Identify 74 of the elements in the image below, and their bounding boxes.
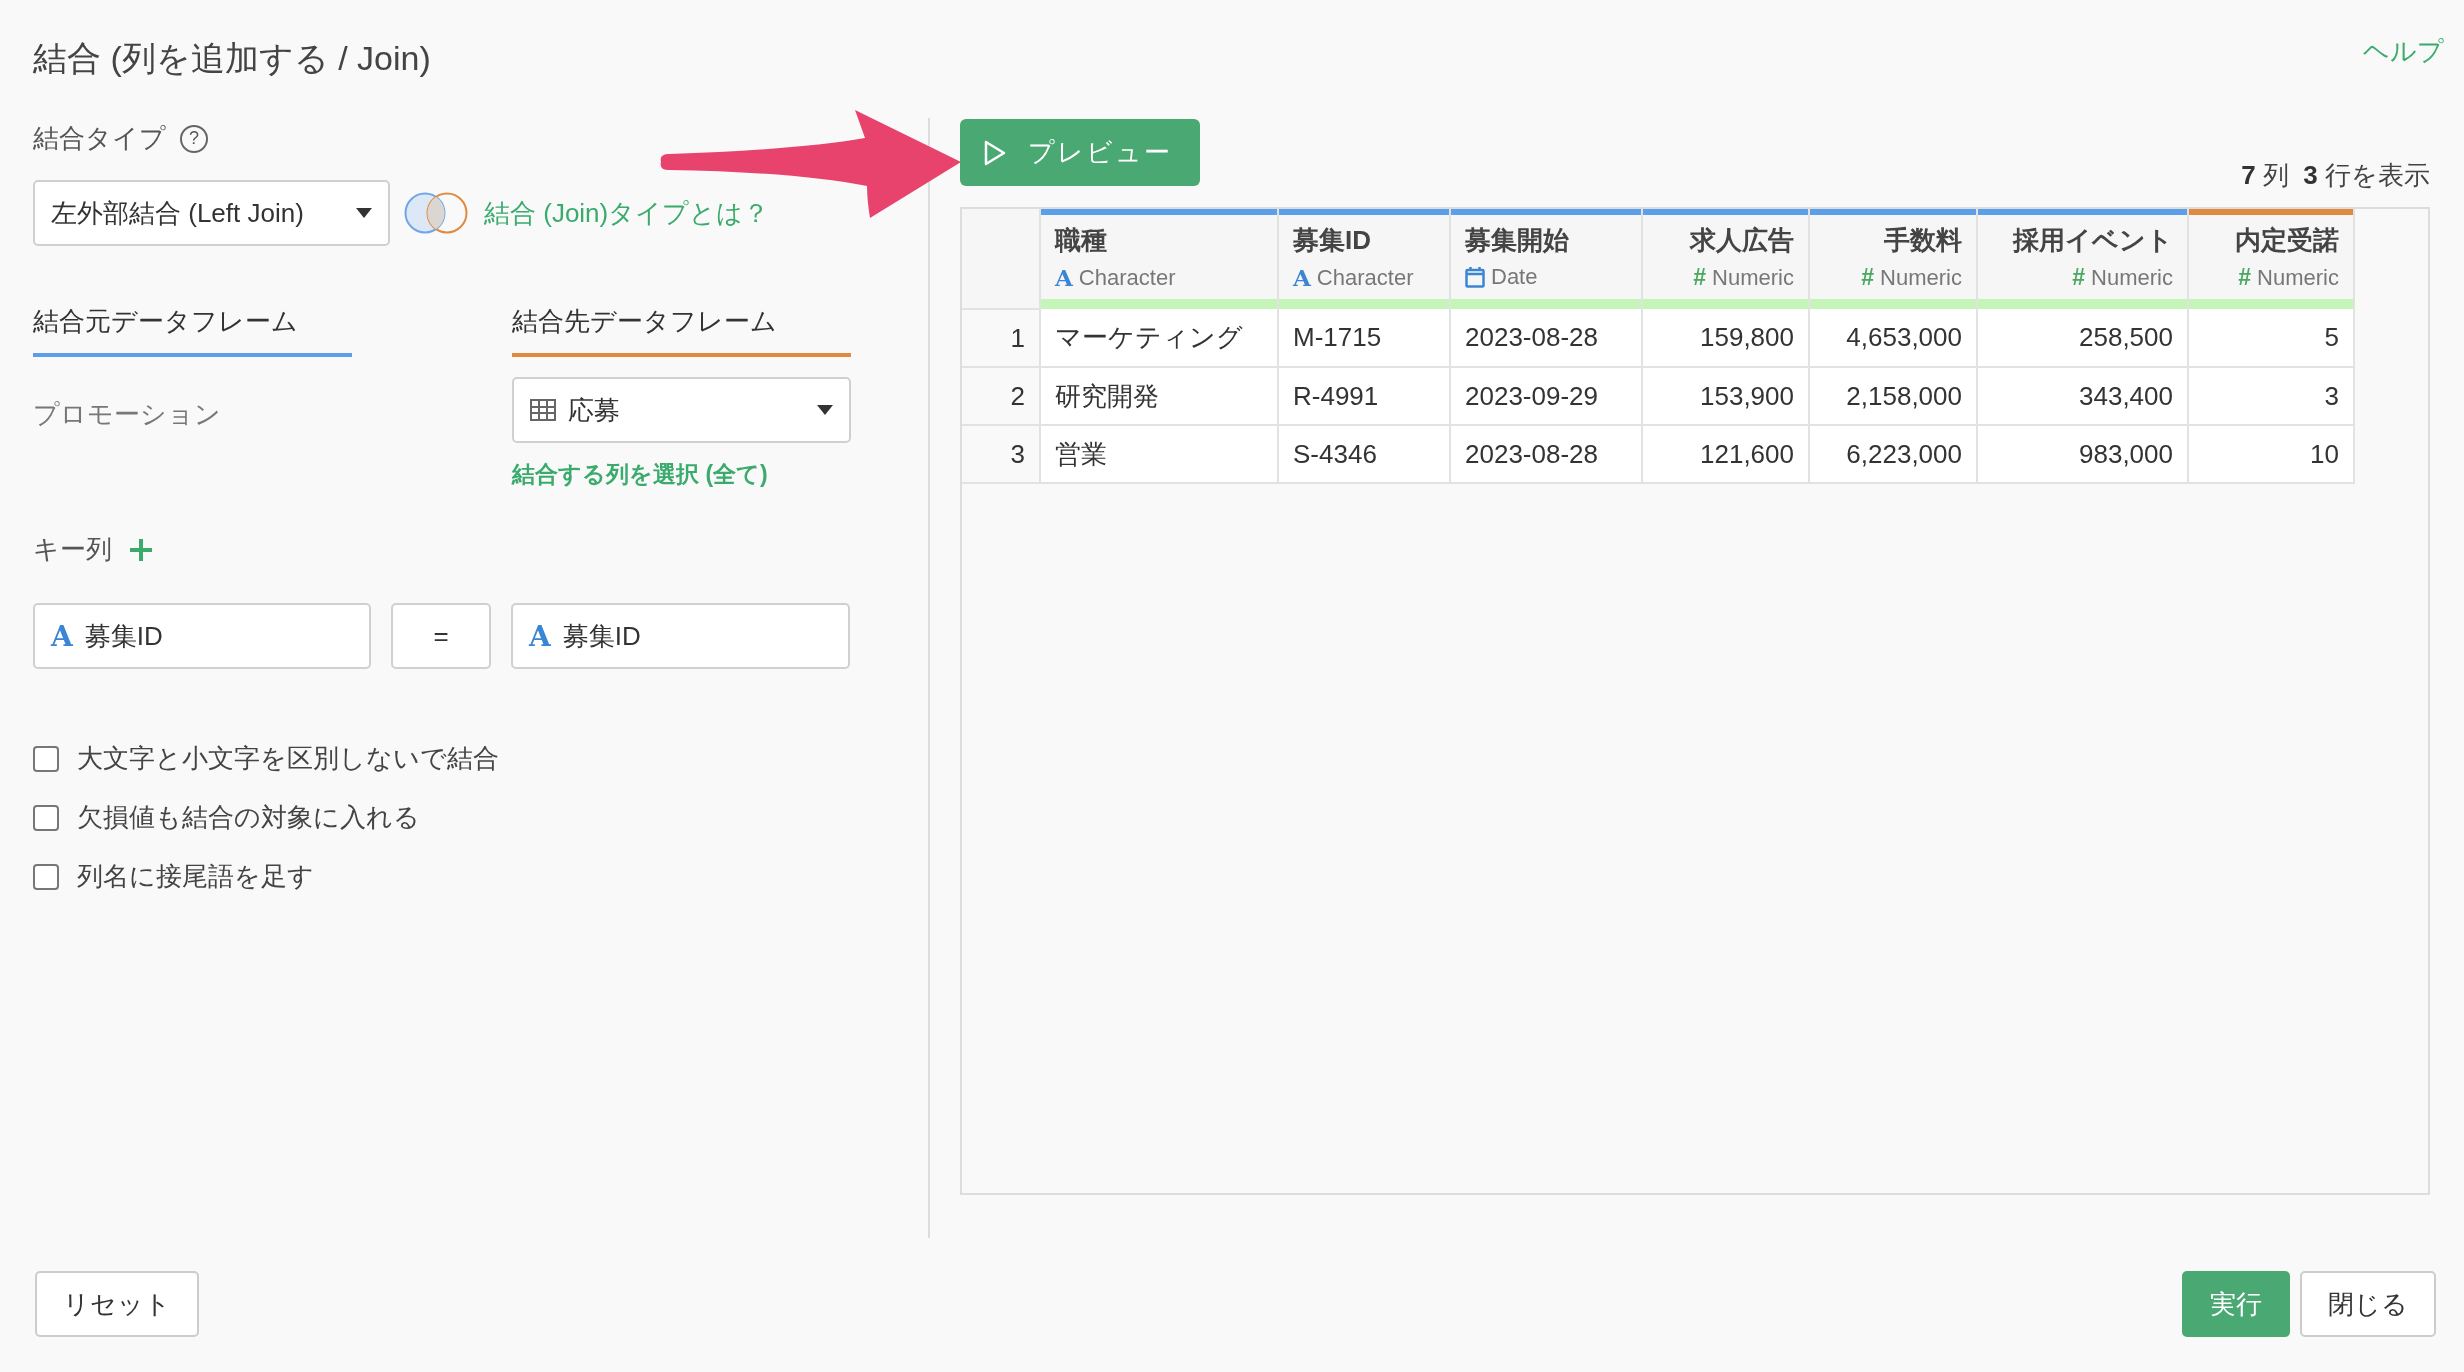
close-button[interactable]: 閉じる xyxy=(2300,1271,2436,1338)
column-header[interactable]: 内定受諾 xyxy=(2235,223,2339,259)
join-type-label: 結合タイプ xyxy=(33,122,166,156)
column-type: Numeric xyxy=(2257,264,2339,291)
dialog-title: 結合 (列を追加する / Join) xyxy=(33,38,431,79)
caret-icon xyxy=(817,405,833,416)
column-type: Character xyxy=(1078,264,1176,291)
column-type: Numeric xyxy=(2091,264,2173,291)
character-type-icon: A xyxy=(1055,264,1073,292)
option-label: 列名に接尾語を足す xyxy=(77,860,314,894)
character-type-icon: A xyxy=(529,619,551,653)
numeric-type-icon: # xyxy=(2072,264,2086,292)
caret-icon xyxy=(356,208,372,219)
calendar-icon xyxy=(1465,266,1485,289)
source-heading: 結合元データフレーム xyxy=(33,304,352,358)
numeric-type-icon: # xyxy=(1693,264,1707,292)
table-cell: 343,400 xyxy=(1977,367,2188,426)
column-type: Date xyxy=(1491,264,1538,291)
row-number: 3 xyxy=(962,425,1040,484)
operator-field[interactable]: = xyxy=(391,603,491,670)
key-column-field[interactable]: A 募集ID xyxy=(511,603,850,670)
table-cell: 6,223,000 xyxy=(1809,425,1977,484)
table-cell: 4,653,000 xyxy=(1809,309,1977,368)
table-cell: 159,800 xyxy=(1642,309,1809,368)
play-icon xyxy=(984,139,1006,166)
table-cell: 研究開発 xyxy=(1040,367,1278,426)
table-cell: 121,600 xyxy=(1642,425,1809,484)
table-cell: 983,000 xyxy=(1977,425,2188,484)
column-header[interactable]: 求人広告 xyxy=(1690,223,1794,259)
reset-button[interactable]: リセット xyxy=(35,1271,199,1338)
numeric-type-icon: # xyxy=(1861,264,1875,292)
table-cell: 営業 xyxy=(1040,425,1278,484)
column-type: Numeric xyxy=(1880,264,1962,291)
column-header[interactable]: 職種 xyxy=(1055,223,1107,259)
character-type-icon: A xyxy=(1293,264,1311,292)
table-cell: 2023-08-28 xyxy=(1450,309,1642,368)
table-cell: マーケティング xyxy=(1040,309,1278,368)
numeric-type-icon: # xyxy=(2238,264,2252,292)
source-name: プロモーション xyxy=(33,398,222,432)
table-cell: 2,158,000 xyxy=(1809,367,1977,426)
option-label: 欠損値も結合の対象に入れる xyxy=(77,801,420,835)
column-type: Numeric xyxy=(1712,264,1794,291)
table-cell: 258,500 xyxy=(1977,309,2188,368)
row-number: 1 xyxy=(962,309,1040,368)
table-cell: 10 xyxy=(2188,425,2354,484)
column-header[interactable]: 募集開始 xyxy=(1465,223,1569,259)
table-cell: 3 xyxy=(2188,367,2354,426)
table-cell: 153,900 xyxy=(1642,367,1809,426)
column-header[interactable]: 手数料 xyxy=(1884,223,1962,259)
character-type-icon: A xyxy=(51,619,73,653)
table-cell: S-4346 xyxy=(1278,425,1450,484)
key-column-field[interactable]: A 募集ID xyxy=(33,603,371,670)
row-number: 2 xyxy=(962,367,1040,426)
key-columns-label: キー列 xyxy=(33,533,112,567)
venn-diagram-icon xyxy=(404,192,468,235)
table-cell: 2023-09-29 xyxy=(1450,367,1642,426)
table-icon xyxy=(530,399,556,422)
column-header[interactable]: 募集ID xyxy=(1293,223,1371,259)
table-cell: 2023-08-28 xyxy=(1450,425,1642,484)
row-column-summary: 7 列 3 行を表示 xyxy=(2241,159,2430,193)
target-heading: 結合先データフレーム xyxy=(512,304,851,358)
plus-icon[interactable] xyxy=(130,538,152,561)
option-label: 大文字と小文字を区別しないで結合 xyxy=(77,742,499,776)
column-header[interactable]: 採用イベント xyxy=(2013,223,2173,259)
checkbox[interactable] xyxy=(33,863,59,890)
table-cell: M-1715 xyxy=(1278,309,1450,368)
column-type: Character xyxy=(1316,264,1414,291)
help-icon[interactable]: ? xyxy=(180,124,208,153)
checkbox[interactable] xyxy=(33,745,59,772)
target-dropdown[interactable]: 応募 xyxy=(512,377,851,444)
join-type-dropdown[interactable]: 左外部結合 (Left Join) xyxy=(33,180,390,247)
checkbox[interactable] xyxy=(33,804,59,831)
table-cell: 5 xyxy=(2188,309,2354,368)
table-cell: R-4991 xyxy=(1278,367,1450,426)
